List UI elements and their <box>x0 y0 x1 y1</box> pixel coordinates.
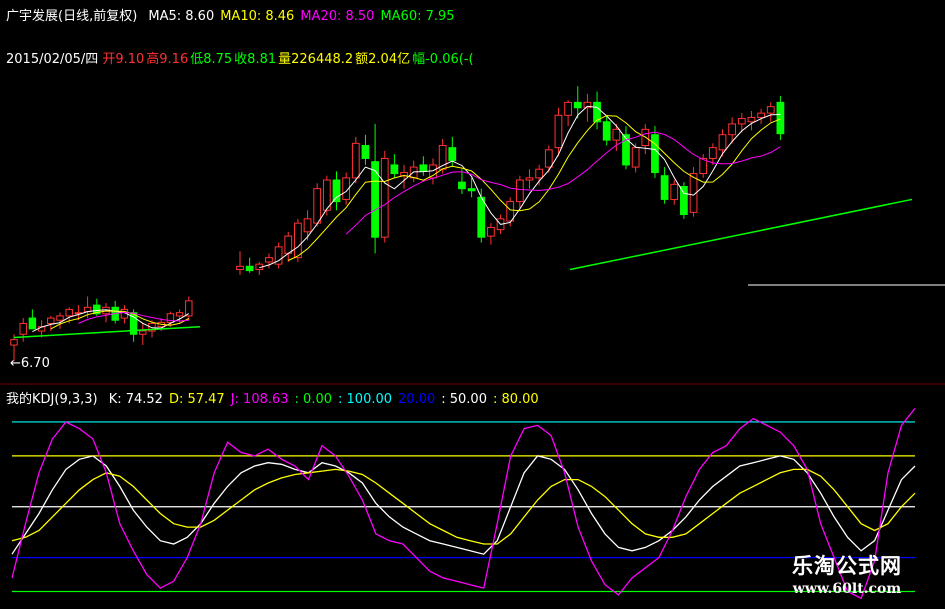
seg2-candle-29[interactable] <box>515 175 524 209</box>
seg2-candle-53[interactable] <box>747 110 756 131</box>
quote-field-5: 量226448.2 <box>278 52 354 67</box>
seg2-candle-30[interactable] <box>525 169 534 189</box>
seg1-candle-2[interactable] <box>28 309 37 330</box>
ma-label-3: MA60: 7.95 <box>380 9 455 24</box>
ma-label-1: MA10: 8.46 <box>220 9 295 24</box>
seg2-candle-47[interactable] <box>689 167 698 217</box>
seg2-candle-17[interactable] <box>400 164 408 189</box>
seg2-candle-32[interactable] <box>544 145 553 173</box>
kdj-value-6: : 50.00 <box>441 392 487 407</box>
seg2-candle-45[interactable] <box>670 180 679 205</box>
quote-field-3: 低8.75 <box>190 52 233 67</box>
stock-chart[interactable] <box>0 0 945 609</box>
kdj-value-7: : 80.00 <box>492 392 539 407</box>
seg2-candle-0[interactable] <box>236 251 244 275</box>
seg2-candle-3[interactable] <box>265 253 273 269</box>
seg2-candle-38[interactable] <box>602 115 611 146</box>
seg2-candle-2[interactable] <box>255 261 264 275</box>
kdj-value-2: J: 108.63 <box>230 392 289 407</box>
seg2-candle-48[interactable] <box>699 154 708 178</box>
kdj-value-4: : 100.00 <box>338 392 393 407</box>
header-line-1: 广宇发展(日线,前复权) MA5: 8.60 MA10: 8.46 MA20: 8.… <box>6 5 455 24</box>
seg2-candle-44[interactable] <box>660 167 669 204</box>
seg2-candle-56[interactable] <box>776 95 785 141</box>
stock-title: 广宇发展(日线,前复权) <box>6 9 138 24</box>
seg2-candle-15[interactable] <box>380 150 389 243</box>
quote-field-4: 收8.81 <box>234 52 277 67</box>
kdj-value-1: D: 57.47 <box>168 392 225 407</box>
watermark-title: 乐淘公式网 <box>792 553 902 578</box>
seg1-candle-3[interactable] <box>37 320 46 338</box>
quote-field-0: 2015/02/05/四 <box>6 52 99 67</box>
seg1-candle-11[interactable] <box>111 300 119 324</box>
kdj-value-0: K: 74.52 <box>108 392 163 407</box>
seg2-candle-50[interactable] <box>718 129 727 157</box>
seg2-candle-46[interactable] <box>680 182 688 219</box>
kdj-title: 我的KDJ(9,3,3) <box>6 392 98 407</box>
seg2-candle-23[interactable] <box>458 169 466 195</box>
price-panel[interactable] <box>10 86 945 362</box>
quote-field-1: 开9.10 <box>102 52 145 67</box>
seg2-candle-36[interactable] <box>583 93 592 122</box>
quote-field-6: 额2.04亿 <box>355 52 411 67</box>
seg1-candle-10[interactable] <box>102 302 110 323</box>
seg2-candle-35[interactable] <box>573 86 582 119</box>
seg2-candle-31[interactable] <box>535 164 544 186</box>
seg2-candle-40[interactable] <box>622 126 630 170</box>
seg1-candle-1[interactable] <box>19 318 27 342</box>
watermark: 乐淘公式网 www.60lt.com <box>757 553 937 607</box>
seg2-candle-10[interactable] <box>332 171 341 211</box>
kdj-header: 我的KDJ(9,3,3) K: 74.52 D: 57.47 J: 108.63 : … <box>6 388 539 407</box>
low-price-marker: ←6.70 <box>10 356 50 371</box>
quote-field-7: 幅-0.06(-( <box>412 52 474 67</box>
seg2-candle-19[interactable] <box>419 156 428 176</box>
seg2-candle-1[interactable] <box>245 257 254 273</box>
quote-field-2: 高9.16 <box>146 52 189 67</box>
seg2-candle-16[interactable] <box>390 154 399 178</box>
seg1-candle-19[interactable] <box>185 296 193 321</box>
kdj-legend: K: 74.52 D: 57.47 J: 108.63 : 0.00 : 100.00 2… <box>103 388 539 407</box>
seg2-candle-13[interactable] <box>361 134 370 165</box>
ma-label-0: MA5: 8.60 <box>148 9 215 24</box>
watermark-url: www.60lt.com <box>792 581 902 597</box>
ma-legend: MA5: 8.60 MA10: 8.46 MA20: 8.50 MA60: 7.95 <box>142 5 454 24</box>
kdj-value-3: : 0.00 <box>294 392 333 407</box>
seg2-candle-5[interactable] <box>284 231 293 262</box>
kdj-value-5: 20.00 <box>398 392 436 407</box>
ma60-line-seg2 <box>569 198 913 271</box>
seg2-candle-4[interactable] <box>274 242 283 269</box>
seg2-candle-7[interactable] <box>303 210 312 241</box>
seg2-candle-54[interactable] <box>757 108 765 124</box>
seg2-candle-55[interactable] <box>766 102 775 122</box>
ma-label-2: MA20: 8.50 <box>300 9 375 24</box>
quote-line: 2015/02/05/四 开9.10 高9.16 低8.75 收8.81 量226448.… <box>6 48 476 67</box>
seg2-candle-26[interactable] <box>487 223 495 245</box>
seg2-candle-14[interactable] <box>371 123 379 254</box>
seg1-candle-14[interactable] <box>139 323 147 346</box>
seg2-candle-37[interactable] <box>593 91 601 130</box>
seg2-candle-34[interactable] <box>564 100 572 127</box>
